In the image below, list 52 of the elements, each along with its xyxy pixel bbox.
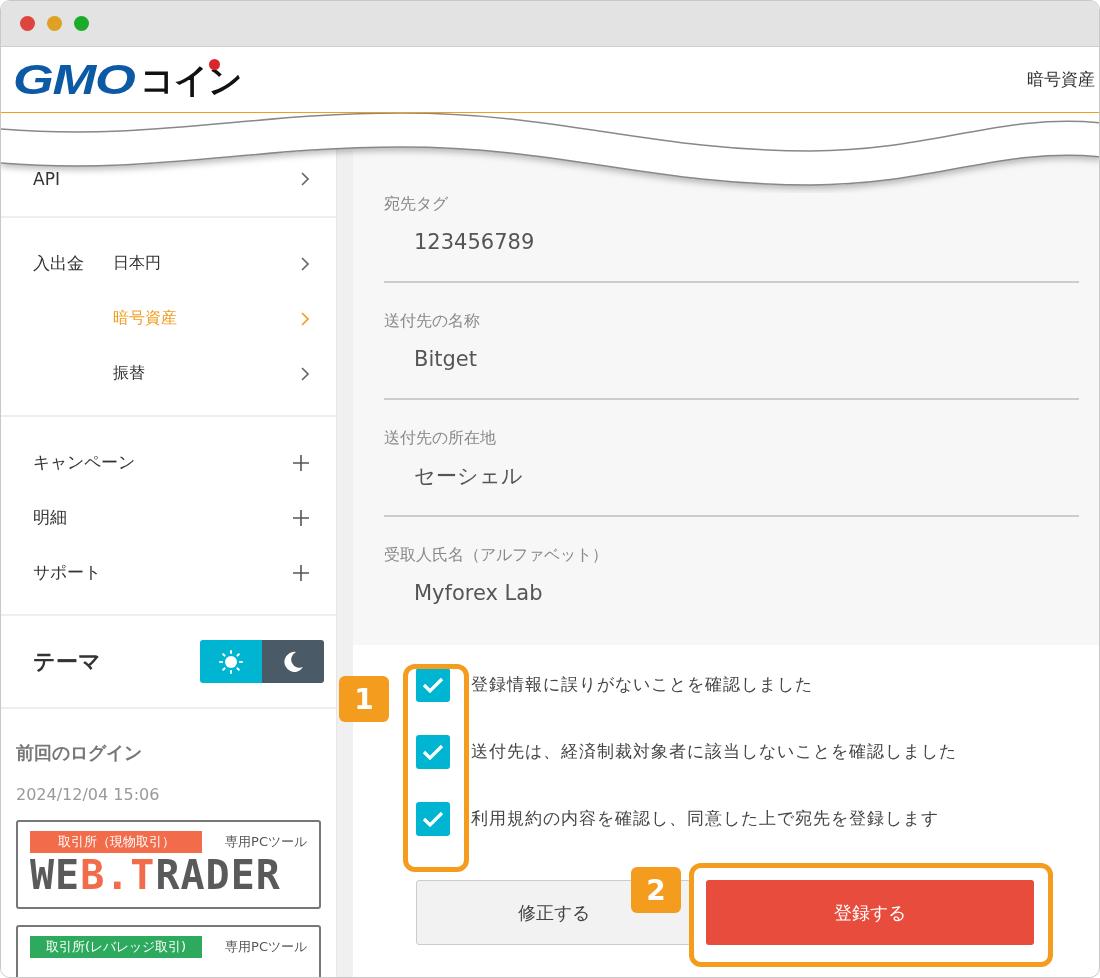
chevron-icon: [301, 256, 309, 271]
zoom-window-button[interactable]: [74, 16, 89, 31]
chevron-icon: [301, 311, 309, 326]
checkbox[interactable]: [416, 667, 450, 702]
close-window-button[interactable]: [20, 16, 35, 31]
plus-icon: [293, 564, 309, 581]
chevron-icon: [301, 366, 309, 381]
sidebar-item[interactable]: API: [33, 168, 60, 189]
check-icon: [422, 743, 444, 760]
dark-theme-button[interactable]: [262, 640, 324, 683]
tool-banner[interactable]: 取引所（現物取引） 専用PCツール WEB.TRADER: [16, 820, 321, 909]
sidebar-item[interactable]: 明細: [33, 506, 67, 529]
sidebar-item[interactable]: キャンペーン: [33, 451, 135, 474]
field-value: セーシェル: [413, 463, 524, 490]
field-label: 宛先タグ: [384, 193, 449, 215]
nav-link[interactable]: 暗号資産: [1027, 68, 1095, 91]
checkbox-label: 利用規約の内容を確認し、同意した上で宛先を登録します: [471, 807, 939, 830]
last-login-title: 前回のログイン: [16, 741, 143, 765]
step-badge: 1: [339, 676, 389, 722]
check-icon: [422, 810, 444, 827]
register-button[interactable]: 登録する: [706, 880, 1034, 945]
checkbox[interactable]: [416, 801, 450, 836]
field-value: 123456789: [413, 229, 536, 256]
banner-note: 専用PCツール: [225, 833, 307, 851]
step-badge: 2: [631, 867, 681, 913]
moon-icon: [281, 649, 305, 674]
plus-icon: [293, 509, 309, 526]
field-label: 送付先の所在地: [384, 427, 497, 449]
sidebar-item[interactable]: サポート: [33, 561, 101, 584]
check-icon: [422, 676, 444, 693]
plus-icon: [293, 454, 309, 471]
last-login-time: 2024/12/04 15:06: [16, 785, 161, 804]
sidebar-subitem[interactable]: 振替: [113, 363, 145, 384]
banner-tag: 取引所(レバレッジ取引): [30, 936, 202, 958]
checkbox-label: 登録情報に誤りがないことを確認しました: [471, 673, 813, 696]
chevron-icon: [301, 171, 309, 186]
banner-logo: WEB.TRADER: [30, 853, 282, 897]
tool-banner[interactable]: 取引所(レバレッジ取引) 専用PCツール: [16, 925, 321, 977]
banner-tag: 取引所（現物取引）: [30, 831, 202, 853]
field-label: 受取人氏名（アルファベット）: [384, 544, 609, 566]
checkbox-label: 送付先は、経済制裁対象者に該当しないことを確認しました: [471, 740, 957, 763]
minimize-window-button[interactable]: [47, 16, 62, 31]
sidebar-subitem[interactable]: 日本円: [113, 253, 161, 274]
sidebar-item[interactable]: 入出金: [1, 236, 113, 291]
banner-note: 専用PCツール: [225, 938, 307, 956]
sun-icon: [219, 649, 243, 674]
logo[interactable]: GMO コイン: [13, 58, 243, 101]
field-label: 送付先の名称: [384, 310, 481, 332]
field-value: Myforex Lab: [413, 580, 544, 607]
checkbox[interactable]: [416, 734, 450, 769]
field-value: Bitget: [413, 346, 478, 373]
theme-label: テーマ: [33, 647, 101, 676]
